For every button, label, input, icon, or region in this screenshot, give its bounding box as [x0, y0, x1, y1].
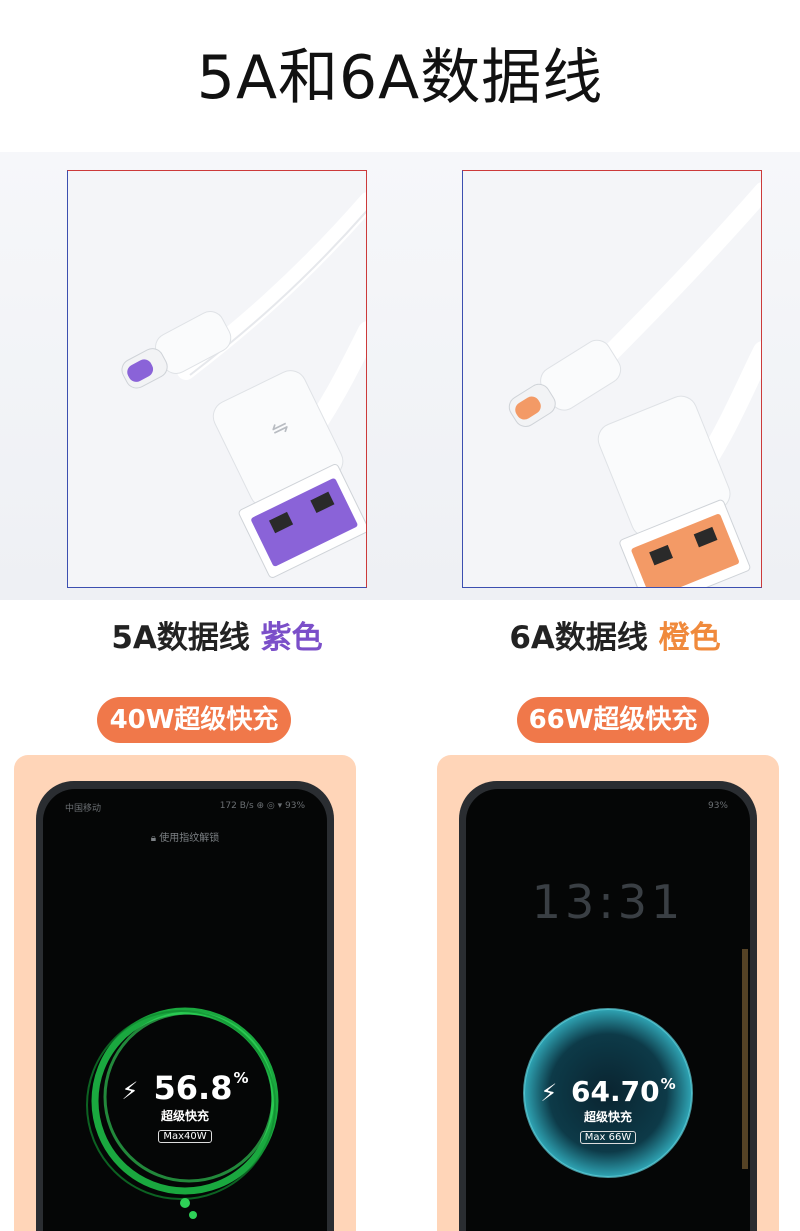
phone-screen: 93% 13:31 ⚡︎ 64.70% 超级快充 Max 66W	[466, 789, 750, 1231]
type-c-connector	[121, 311, 232, 389]
battery-percent: 56.8	[153, 1069, 233, 1107]
product-caption-5a: 5A数据线 紫色	[17, 612, 417, 657]
phone-card-40w: 中国移动 172 B/s ⊕ ◎ ▾ 93% 🔒︎ 使用指纹解锁 ⚡︎ 56.8…	[14, 755, 356, 1231]
phone-frame: 中国移动 172 B/s ⊕ ◎ ▾ 93% 🔒︎ 使用指纹解锁 ⚡︎ 56.8…	[36, 781, 334, 1231]
lock-icon: 🔒︎	[150, 833, 157, 844]
phone-frame: 93% 13:31 ⚡︎ 64.70% 超级快充 Max 66W	[459, 781, 757, 1231]
percent-sign: %	[233, 1069, 249, 1087]
charging-readout: ⚡︎ 64.70% 超级快充 Max 66W	[466, 1075, 750, 1144]
type-c-connector	[508, 339, 622, 427]
status-icons: 172 B/s ⊕ ◎ ▾ 93%	[219, 801, 305, 811]
product-name: 5A数据线	[111, 620, 250, 656]
charge-mode-label: 超级快充	[583, 1110, 632, 1124]
lock-clock: 13:31	[531, 875, 685, 929]
phone-screen: 中国移动 172 B/s ⊕ ◎ ▾ 93% 🔒︎ 使用指纹解锁 ⚡︎ 56.8…	[43, 789, 327, 1231]
lock-hint: 🔒︎ 使用指纹解锁	[43, 829, 327, 844]
charge-mode-label: 超级快充	[160, 1109, 209, 1123]
phone-card-66w: 93% 13:31 ⚡︎ 64.70% 超级快充 Max 66W	[437, 755, 779, 1231]
product-color-name: 橙色	[658, 620, 721, 656]
status-bar: 中国移动 172 B/s ⊕ ◎ ▾ 93%	[65, 801, 305, 814]
max-power-label: Max 66W	[579, 1131, 637, 1144]
charge-power-badge-66w: 66W超级快充	[517, 697, 709, 743]
product-color-name: 紫色	[260, 620, 323, 656]
cable-photo-5a: ⇋	[67, 170, 367, 588]
cable-photo-6a	[462, 170, 762, 588]
status-icons: 93%	[707, 801, 728, 811]
page-title: 5A和6A数据线	[196, 43, 604, 113]
product-name: 6A数据线	[509, 620, 648, 656]
percent-sign: %	[660, 1075, 676, 1093]
max-power-label: Max40W	[158, 1130, 212, 1143]
lightning-icon: ⚡︎	[121, 1077, 139, 1105]
charging-readout: ⚡︎ 56.8% 超级快充 Max40W	[43, 1069, 327, 1143]
lock-hint-text: 使用指纹解锁	[159, 833, 220, 844]
battery-percent: 64.70	[571, 1075, 660, 1108]
lightning-icon: ⚡︎	[540, 1079, 558, 1107]
product-caption-6a: 6A数据线 橙色	[415, 612, 800, 657]
status-bar: 93%	[488, 801, 728, 813]
charge-power-badge-40w: 40W超级快充	[97, 697, 291, 743]
carrier-label: 中国移动	[65, 804, 102, 814]
